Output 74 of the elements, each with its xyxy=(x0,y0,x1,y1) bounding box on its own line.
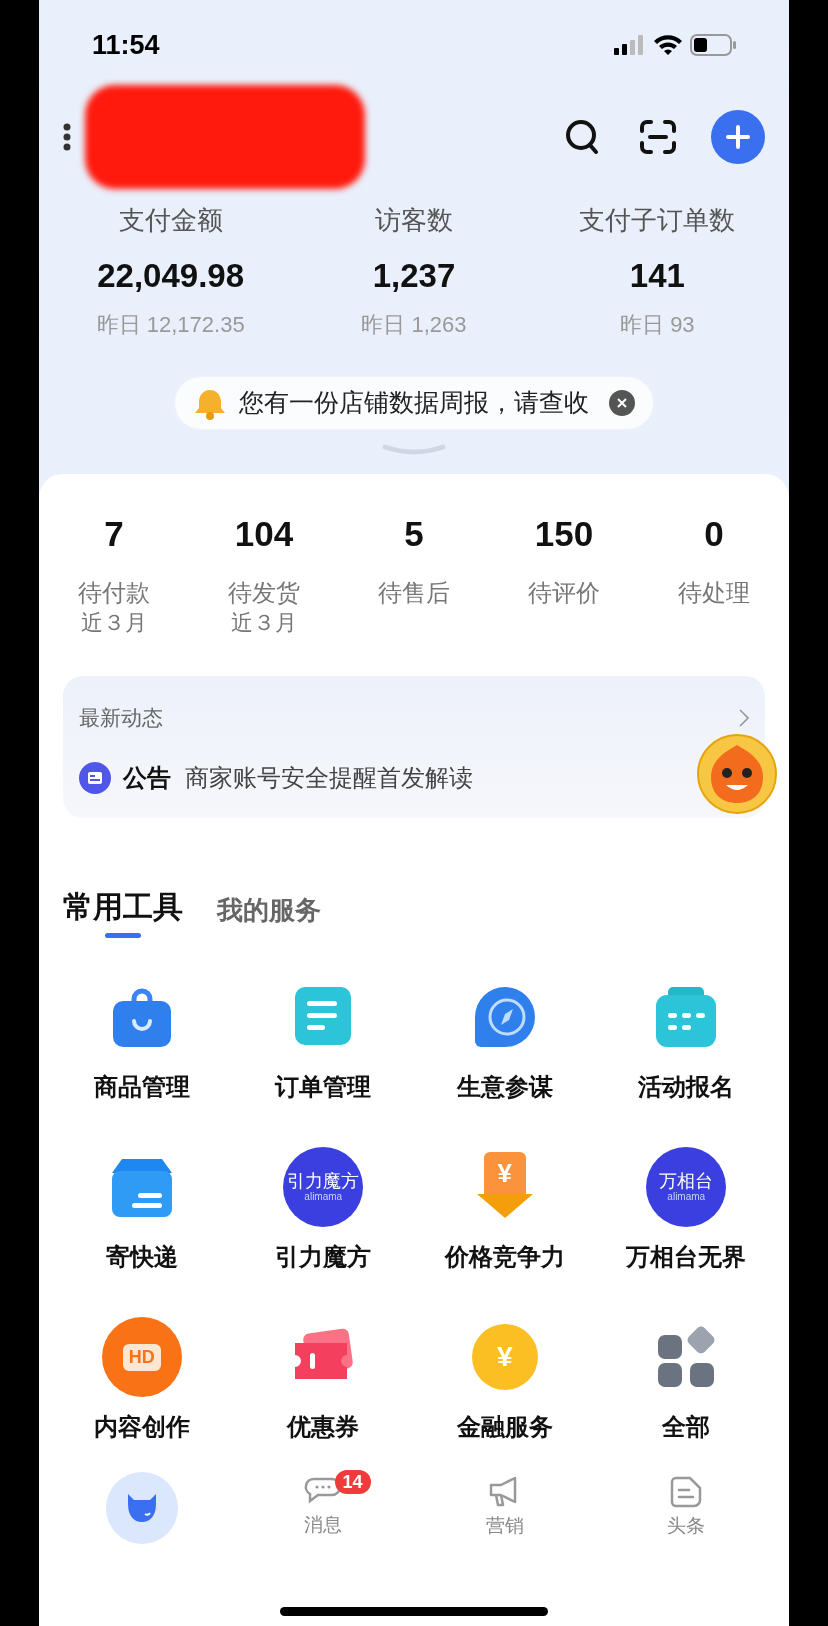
order-status[interactable]: 0 待处理 xyxy=(639,514,789,638)
logo-text: 引力魔方 xyxy=(287,1171,360,1191)
tool-item[interactable]: 万相台 alimama 万相台无界 xyxy=(595,1144,777,1272)
close-icon xyxy=(617,398,627,408)
news-text: 商家账号安全提醒首发解读 xyxy=(185,762,473,793)
logo-subtext: alimama xyxy=(304,1191,343,1203)
order-count: 7 xyxy=(104,514,124,554)
tool-item[interactable]: ¥ 价格竞争力 xyxy=(414,1144,596,1272)
scan-icon[interactable] xyxy=(639,119,677,155)
order-status[interactable]: 150 待评价 xyxy=(489,514,639,638)
status-time: 11:54 xyxy=(92,28,160,62)
tool-tab[interactable]: 我的服务 xyxy=(217,891,321,938)
metric-value: 141 xyxy=(629,256,685,296)
tool-item[interactable]: 引力魔方 alimama 引力魔方 xyxy=(232,1144,414,1272)
signal-icon xyxy=(614,35,646,55)
notice-text: 您有一份店铺数据周报，请查收 xyxy=(239,387,589,419)
report-notice[interactable]: 您有一份店铺数据周报，请查收 xyxy=(174,376,654,430)
order-note: 近３月 xyxy=(231,609,297,637)
order-count: 0 xyxy=(704,514,724,554)
add-button[interactable] xyxy=(711,110,765,164)
order-note: 近３月 xyxy=(81,609,147,637)
logo-text: 万相台 xyxy=(659,1171,714,1191)
tool-item[interactable]: 商品管理 xyxy=(51,974,233,1102)
hd-label: HD xyxy=(122,1343,161,1371)
metric-label: 支付金额 xyxy=(118,204,223,237)
more-icon[interactable] xyxy=(63,123,71,151)
calendar-icon xyxy=(654,985,719,1049)
chevron-right-icon xyxy=(739,708,749,727)
nav-tab[interactable]: 头条 xyxy=(595,1468,777,1548)
metric-yesterday: 昨日 12,172.35 xyxy=(96,311,245,339)
order-label: 待处理 xyxy=(678,578,750,608)
yen-sign: ¥ xyxy=(496,1340,513,1374)
wifi-icon xyxy=(654,35,682,55)
metric-value: 1,237 xyxy=(372,256,456,296)
order-label: 待发货 xyxy=(228,578,300,608)
search-icon[interactable] xyxy=(565,119,599,155)
news-card[interactable]: 最新动态 公告 商家账号安全提醒首发解读 xyxy=(63,676,765,818)
tool-item[interactable]: 寄快递 xyxy=(51,1144,233,1272)
tool-item[interactable]: 生意参谋 xyxy=(414,974,596,1102)
metric-yesterday: 昨日 1,263 xyxy=(361,311,467,339)
compass-icon xyxy=(472,985,537,1049)
mascot-icon xyxy=(708,743,766,805)
document-icon xyxy=(670,1475,703,1508)
tool-item[interactable]: 活动报名 xyxy=(595,974,777,1102)
tool-item[interactable]: HD 内容创作 xyxy=(51,1314,233,1442)
metric-label: 支付子订单数 xyxy=(579,204,736,237)
close-button[interactable] xyxy=(609,390,635,416)
unread-count-badge: 14 xyxy=(334,1470,371,1494)
tool-item[interactable]: 订单管理 xyxy=(232,974,414,1102)
news-tag: 公告 xyxy=(123,759,171,796)
message-icon xyxy=(79,761,111,794)
order-label: 待评价 xyxy=(528,578,600,608)
logo-subtext: alimama xyxy=(667,1191,706,1203)
metric-value: 22,049.98 xyxy=(97,256,245,296)
metric-yesterday: 昨日 93 xyxy=(620,311,695,339)
order-count: 104 xyxy=(234,514,294,554)
order-label: 待售后 xyxy=(378,578,450,608)
order-status[interactable]: 7 待付款 近３月 xyxy=(39,514,189,638)
metric-label: 访客数 xyxy=(375,204,453,237)
yen-sign: ¥ xyxy=(497,1156,512,1190)
order-count: 150 xyxy=(534,514,594,554)
plus-icon xyxy=(726,125,750,149)
order-status[interactable]: 104 待发货 近３月 xyxy=(189,514,339,638)
nav-tab[interactable]: 14 消息 xyxy=(232,1468,414,1548)
battery-icon xyxy=(690,34,736,56)
nav-tab[interactable]: 营销 xyxy=(414,1468,596,1548)
news-title: 最新动态 xyxy=(79,705,163,731)
tool-tab[interactable]: 常用工具 xyxy=(63,884,183,938)
tool-item[interactable]: 优惠券 xyxy=(232,1314,414,1442)
tool-item[interactable]: 全部 xyxy=(595,1314,777,1442)
order-status[interactable]: 5 待售后 xyxy=(339,514,489,638)
order-label: 待付款 xyxy=(78,578,150,608)
order-count: 5 xyxy=(404,514,424,554)
tool-item[interactable]: ¥ 金融服务 xyxy=(414,1314,596,1442)
